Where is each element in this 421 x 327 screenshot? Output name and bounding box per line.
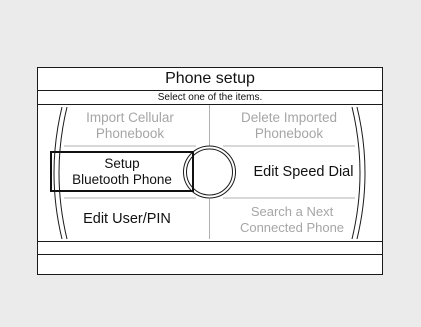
edit-speed-dial-label: Edit Speed Dial <box>253 164 354 180</box>
setup-bluetooth-line2: Bluetooth Phone <box>72 171 172 187</box>
delete-imported-line1: Delete Imported <box>240 110 338 125</box>
search-next-connected-phone-item[interactable]: Search a Next Connected Phone <box>225 202 359 238</box>
search-next-line2: Connected Phone <box>239 220 345 235</box>
edit-speed-dial-item[interactable]: Edit Speed Dial <box>236 155 371 189</box>
import-cellular-line2: Phonebook <box>95 126 165 141</box>
status-divider <box>38 254 382 255</box>
import-cellular-phonebook-item[interactable]: Import Cellular Phonebook <box>66 108 194 144</box>
import-cellular-line1: Import Cellular <box>86 110 174 125</box>
delete-imported-phonebook-item[interactable]: Delete Imported Phonebook <box>225 108 353 144</box>
edit-user-pin-item[interactable]: Edit User/PIN <box>60 202 194 236</box>
setup-bluetooth-line1: Setup <box>104 155 140 171</box>
search-next-line1: Search a Next <box>250 204 334 219</box>
menu-bottom-divider <box>38 241 382 242</box>
phone-setup-screen: Phone setup Select one of the items. Imp… <box>37 67 383 275</box>
delete-imported-line2: Phonebook <box>254 126 324 141</box>
setup-bluetooth-phone-item[interactable]: Setup Bluetooth Phone <box>50 151 194 192</box>
edit-user-pin-label: Edit User/PIN <box>83 211 171 227</box>
